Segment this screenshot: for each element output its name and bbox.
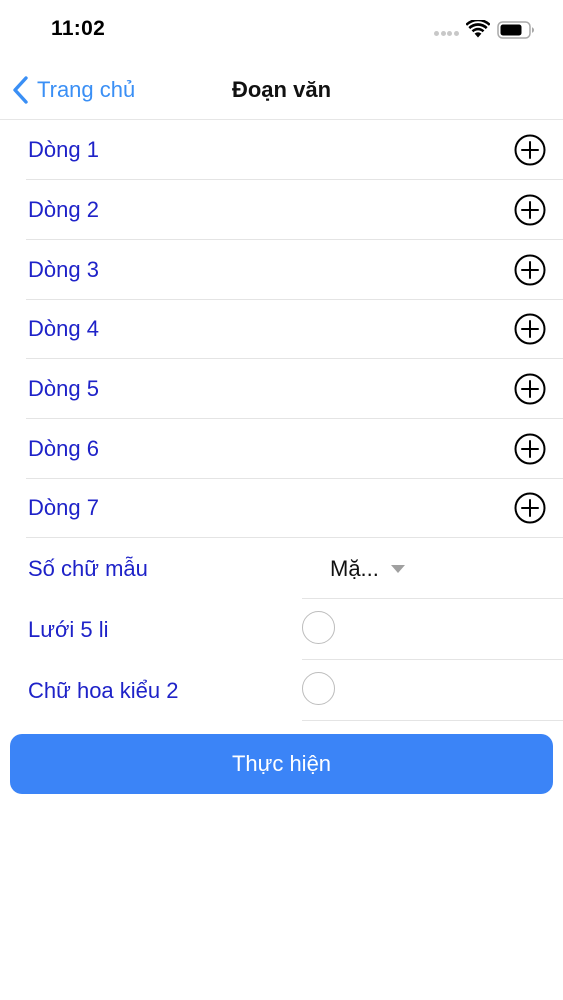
line-label: Dòng 3 — [28, 257, 99, 282]
add-line-button[interactable] — [514, 433, 546, 465]
sample-count-dropdown[interactable]: Mặ... — [330, 552, 405, 586]
line-label: Dòng 6 — [28, 436, 99, 461]
screen: 11:02 Đoạn văn Trang chủ Dòng 1 Dòng 2 D… — [0, 0, 563, 1000]
line-row: Dòng 3 — [0, 240, 563, 300]
back-button-label: Trang chủ — [37, 77, 136, 102]
status-time: 11:02 — [51, 17, 106, 40]
capital-style2-label: Chữ hoa kiểu 2 — [28, 678, 179, 703]
line-label: Dòng 1 — [28, 137, 99, 162]
line-label: Dòng 4 — [28, 316, 99, 341]
add-line-button[interactable] — [514, 194, 546, 226]
sample-count-label: Số chữ mẫu — [28, 556, 148, 581]
grid-5li-label: Lưới 5 li — [28, 617, 109, 642]
signal-icon — [434, 31, 460, 37]
line-row: Dòng 4 — [0, 299, 563, 359]
line-label: Dòng 5 — [28, 376, 99, 401]
line-row: Dòng 1 — [0, 120, 563, 180]
grid-option-row: Lưới 5 li — [0, 599, 563, 660]
divider — [302, 720, 563, 721]
add-line-button[interactable] — [514, 313, 546, 345]
navigation-bar: Đoạn văn Trang chủ — [0, 60, 563, 120]
grid-5li-checkbox[interactable] — [302, 611, 335, 644]
line-label: Dòng 2 — [28, 197, 99, 222]
add-line-button[interactable] — [514, 134, 546, 166]
line-row: Dòng 2 — [0, 180, 563, 240]
sample-count-value: Mặ... — [330, 556, 379, 581]
add-line-button[interactable] — [514, 254, 546, 286]
caret-down-icon — [390, 565, 405, 573]
chevron-left-icon — [13, 76, 28, 104]
battery-icon — [497, 21, 534, 39]
capital-style-row: Chữ hoa kiểu 2 — [0, 660, 563, 721]
line-row: Dòng 7 — [0, 478, 563, 538]
capital-style2-checkbox[interactable] — [302, 672, 335, 705]
add-line-button[interactable] — [514, 373, 546, 405]
sample-count-row: Số chữ mẫu Mặ... — [0, 538, 563, 599]
add-line-button[interactable] — [514, 492, 546, 524]
line-row: Dòng 5 — [0, 359, 563, 419]
line-label: Dòng 7 — [28, 495, 99, 520]
line-row: Dòng 6 — [0, 419, 563, 479]
wifi-icon — [466, 20, 490, 38]
back-button[interactable]: Trang chủ — [10, 74, 135, 106]
execute-button[interactable]: Thực hiện — [10, 734, 553, 794]
status-bar: 11:02 — [0, 0, 563, 60]
